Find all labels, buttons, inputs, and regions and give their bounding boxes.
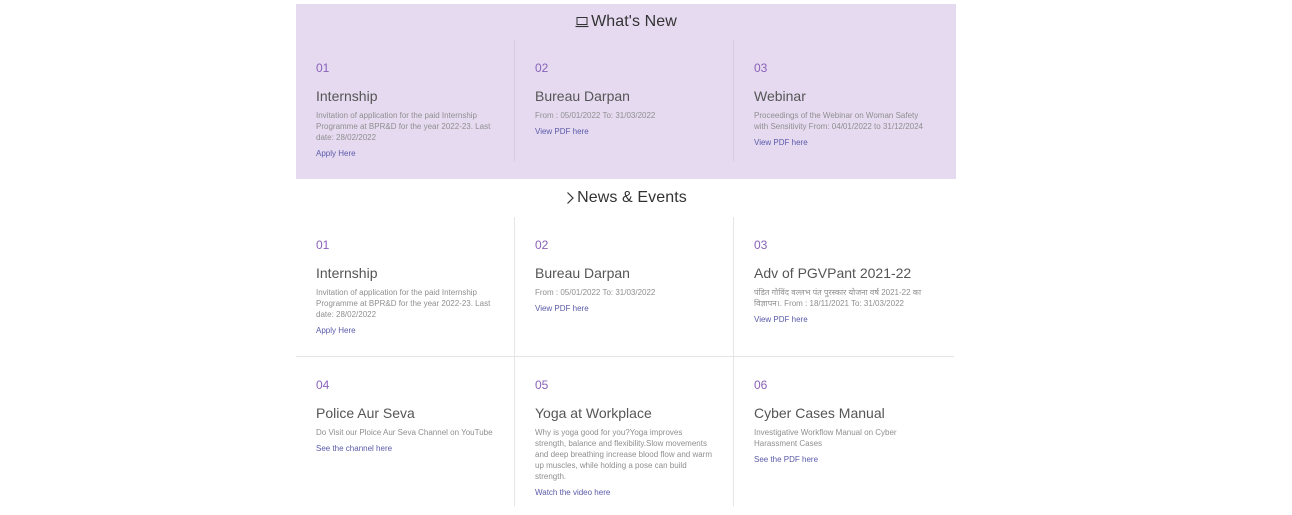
news-events-row-2: 04 Police Aur Seva Do Visit our Ploice A… xyxy=(296,357,956,506)
whats-new-card-3: 03 Webinar Proceedings of the Webinar on… xyxy=(734,40,953,161)
card-title: Yoga at Workplace xyxy=(535,405,652,421)
news-events-title: News & Events xyxy=(577,189,687,206)
card-title: Cyber Cases Manual xyxy=(754,405,885,421)
news-card-6: 06 Cyber Cases Manual Investigative Work… xyxy=(734,357,953,506)
card-title: Police Aur Seva xyxy=(316,405,415,421)
news-events-row-1: 01 Internship Invitation of application … xyxy=(296,217,956,356)
news-card-1: 01 Internship Invitation of application … xyxy=(296,217,515,356)
card-number: 02 xyxy=(535,61,549,75)
whats-new-section: What's New 01 Internship Invitation of a… xyxy=(296,4,956,179)
news-events-heading: News & Events xyxy=(296,179,956,217)
card-number: 01 xyxy=(316,61,330,75)
news-card-4: 04 Police Aur Seva Do Visit our Ploice A… xyxy=(296,357,515,506)
see-channel-link[interactable]: See the channel here xyxy=(316,443,392,454)
view-pdf-link[interactable]: View PDF here xyxy=(535,126,589,137)
content-wrapper: What's New 01 Internship Invitation of a… xyxy=(296,4,956,506)
card-number: 05 xyxy=(535,378,549,392)
view-pdf-link[interactable]: View PDF here xyxy=(535,303,589,314)
card-description: Invitation of application for the paid I… xyxy=(316,288,491,319)
card-number: 04 xyxy=(316,378,330,392)
card-number: 02 xyxy=(535,238,549,252)
apply-here-link[interactable]: Apply Here xyxy=(316,325,356,336)
card-number: 03 xyxy=(754,61,768,75)
watch-video-link[interactable]: Watch the video here xyxy=(535,487,610,498)
card-title: Bureau Darpan xyxy=(535,265,630,281)
news-card-3: 03 Adv of PGVPant 2021-22 पंडित गोविंद व… xyxy=(734,217,953,356)
card-description: Why is yoga good for you?Yoga improves s… xyxy=(535,428,713,481)
see-pdf-link[interactable]: See the PDF here xyxy=(754,454,818,465)
card-title: Internship xyxy=(316,265,378,281)
card-title: Adv of PGVPant 2021-22 xyxy=(754,265,912,281)
chevron-right-icon xyxy=(565,191,575,205)
card-description: पंडित गोविंद वल्लभ पंत पुरस्कार योजना वर… xyxy=(754,288,922,308)
card-number: 06 xyxy=(754,378,768,392)
whats-new-title: What's New xyxy=(591,13,677,30)
card-title: Webinar xyxy=(754,88,806,104)
news-events-section: News & Events 01 Internship Invitation o… xyxy=(296,179,956,506)
card-description: From : 05/01/2022 To: 31/03/2022 xyxy=(535,288,656,297)
card-title: Bureau Darpan xyxy=(535,88,630,104)
view-pdf-link[interactable]: View PDF here xyxy=(754,314,808,325)
card-description: Proceedings of the Webinar on Woman Safe… xyxy=(754,111,923,131)
card-description: Investigative Workflow Manual on Cyber H… xyxy=(754,428,897,448)
apply-here-link[interactable]: Apply Here xyxy=(316,148,356,159)
news-card-2: 02 Bureau Darpan From : 05/01/2022 To: 3… xyxy=(515,217,734,356)
card-description: Do Visit our Ploice Aur Seva Channel on … xyxy=(316,428,493,437)
view-pdf-link[interactable]: View PDF here xyxy=(754,137,808,148)
card-number: 03 xyxy=(754,238,768,252)
whats-new-card-1: 01 Internship Invitation of application … xyxy=(296,40,515,161)
card-title: Internship xyxy=(316,88,378,104)
card-description: Invitation of application for the paid I… xyxy=(316,111,491,142)
card-description: From : 05/01/2022 To: 31/03/2022 xyxy=(535,111,656,120)
laptop-icon xyxy=(575,16,589,28)
card-number: 01 xyxy=(316,238,330,252)
whats-new-heading: What's New xyxy=(296,4,956,40)
news-card-5: 05 Yoga at Workplace Why is yoga good fo… xyxy=(515,357,734,506)
whats-new-card-2: 02 Bureau Darpan From : 05/01/2022 To: 3… xyxy=(515,40,734,161)
whats-new-cards: 01 Internship Invitation of application … xyxy=(296,40,956,161)
